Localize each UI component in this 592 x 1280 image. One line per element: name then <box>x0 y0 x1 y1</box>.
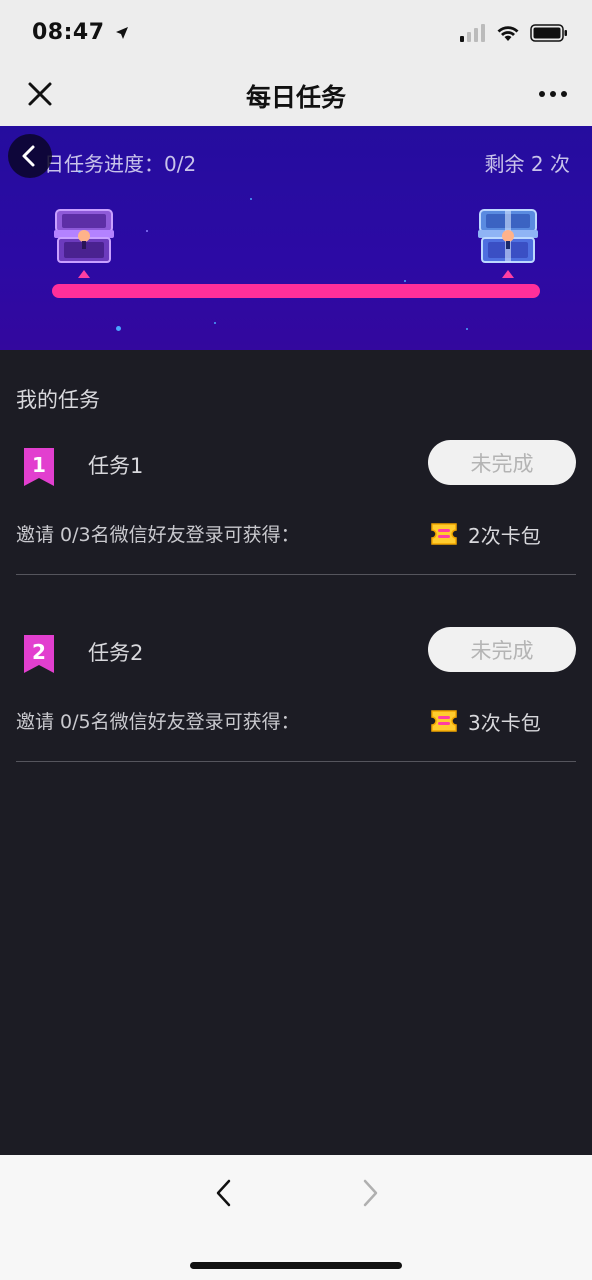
status-time: 08:47 <box>32 20 129 45</box>
task-number-badge-icon: 2 <box>24 635 54 673</box>
cellular-signal-icon <box>460 24 485 42</box>
svg-text:2: 2 <box>32 640 46 664</box>
chevron-right-icon <box>363 1179 378 1207</box>
remaining-count: 剩余 2 次 <box>484 152 570 176</box>
battery-icon <box>530 24 567 42</box>
status-bar: 08:47 <box>0 0 592 70</box>
task-name: 任务1 <box>88 454 144 478</box>
task-number-badge-icon: 1 <box>24 448 54 486</box>
progress-bar <box>52 284 540 298</box>
nav-bar: 每日任务 <box>0 62 592 126</box>
reward-label: 2次卡包 <box>468 524 541 548</box>
chest-marker <box>78 270 90 278</box>
location-arrow-icon <box>115 27 128 39</box>
task-progress-label: 日任务进度：0/2 <box>44 152 197 176</box>
task-description: 邀请 0/5名微信好友登录可获得： <box>16 711 300 733</box>
divider <box>16 761 576 762</box>
card-pack-icon <box>428 705 460 737</box>
task-name: 任务2 <box>88 641 144 665</box>
task-item: 1 任务1 未完成 邀请 0/3名微信好友登录可获得： 2次卡包 <box>0 440 592 590</box>
card-pack-icon <box>428 518 460 550</box>
progress-banner: 日任务进度：0/2 剩余 2 次 <box>0 126 592 350</box>
reward-label: 3次卡包 <box>468 711 541 735</box>
section-title: 我的任务 <box>16 388 100 412</box>
chevron-left-icon <box>216 1179 231 1207</box>
browser-back-button[interactable] <box>210 1177 238 1213</box>
task-status-button[interactable]: 未完成 <box>428 627 576 672</box>
more-dots-icon <box>539 91 567 97</box>
browser-forward-button[interactable] <box>356 1177 384 1213</box>
status-icons <box>460 24 568 42</box>
chest-marker <box>502 270 514 278</box>
wifi-icon <box>497 26 519 41</box>
chevron-left-icon <box>22 145 35 167</box>
home-indicator[interactable] <box>190 1262 402 1269</box>
divider <box>16 574 576 575</box>
task-description: 邀请 0/3名微信好友登录可获得： <box>16 524 300 546</box>
treasure-chest-blue-icon[interactable] <box>476 208 540 264</box>
svg-text:1: 1 <box>32 453 46 477</box>
back-button[interactable] <box>8 134 52 178</box>
treasure-chest-purple-icon[interactable] <box>52 208 116 264</box>
task-status-button[interactable]: 未完成 <box>428 440 576 485</box>
more-button[interactable] <box>538 84 568 108</box>
task-item: 2 任务2 未完成 邀请 0/5名微信好友登录可获得： 3次卡包 <box>0 627 592 777</box>
page-title: 每日任务 <box>245 83 346 112</box>
